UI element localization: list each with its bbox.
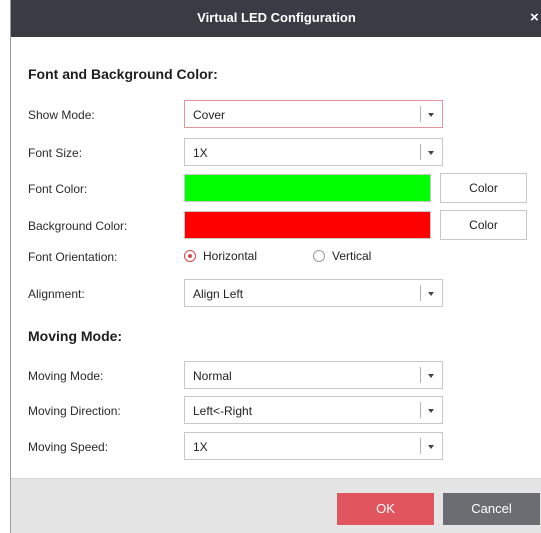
alignment-value: Align Left [193,287,244,301]
moving-speed-label: Moving Speed: [28,440,109,454]
moving-mode-label: Moving Mode: [28,369,104,383]
orientation-vertical-label: Vertical [332,249,372,263]
ok-button[interactable]: OK [337,493,434,525]
radio-selected-dot [188,254,192,258]
background-color-button[interactable]: Color [440,210,527,240]
section-moving-mode: Moving Mode: [28,328,123,344]
title-bar: Virtual LED Configuration × [11,0,541,37]
chevron-down-icon [428,292,434,296]
radio-icon [184,250,196,262]
font-size-label: Font Size: [28,146,83,160]
font-orientation-label: Font Orientation: [28,250,118,264]
select-divider [420,285,421,301]
font-color-swatch [184,174,431,202]
chevron-down-icon [428,445,434,449]
dialog-footer: OK Cancel [11,478,541,533]
moving-direction-label: Moving Direction: [28,404,121,418]
chevron-down-icon [428,409,434,413]
alignment-select[interactable]: Align Left [184,279,443,307]
select-divider [420,144,421,160]
moving-direction-value: Left<-Right [193,404,253,418]
moving-mode-select[interactable]: Normal [184,361,443,389]
show-mode-value: Cover [193,108,226,122]
select-divider [420,106,421,122]
font-size-select[interactable]: 1X [184,138,443,166]
close-icon[interactable]: × [530,9,541,25]
select-divider [420,438,421,454]
moving-speed-select[interactable]: 1X [184,432,443,460]
chevron-down-icon [428,374,434,378]
moving-direction-select[interactable]: Left<-Right [184,396,443,424]
background-color-swatch [184,211,431,239]
moving-speed-value: 1X [193,440,208,454]
chevron-down-icon [428,151,434,155]
show-mode-label: Show Mode: [28,108,95,122]
select-divider [420,402,421,418]
background-color-label: Background Color: [28,219,128,233]
cancel-button[interactable]: Cancel [443,493,540,525]
orientation-horizontal-radio[interactable]: Horizontal [184,249,284,265]
alignment-label: Alignment: [28,287,85,301]
radio-icon [313,250,325,262]
orientation-vertical-radio[interactable]: Vertical [313,249,393,265]
font-color-button[interactable]: Color [440,173,527,203]
show-mode-select[interactable]: Cover [184,100,443,128]
chevron-down-icon [428,113,434,117]
select-divider [420,367,421,383]
section-font-background: Font and Background Color: [28,66,218,82]
orientation-horizontal-label: Horizontal [203,249,258,263]
virtual-led-dialog: Virtual LED Configuration × Font and Bac… [10,0,541,533]
font-size-value: 1X [193,146,208,160]
dialog-title: Virtual LED Configuration [197,10,356,25]
moving-mode-value: Normal [193,369,232,383]
font-color-label: Font Color: [28,182,88,196]
